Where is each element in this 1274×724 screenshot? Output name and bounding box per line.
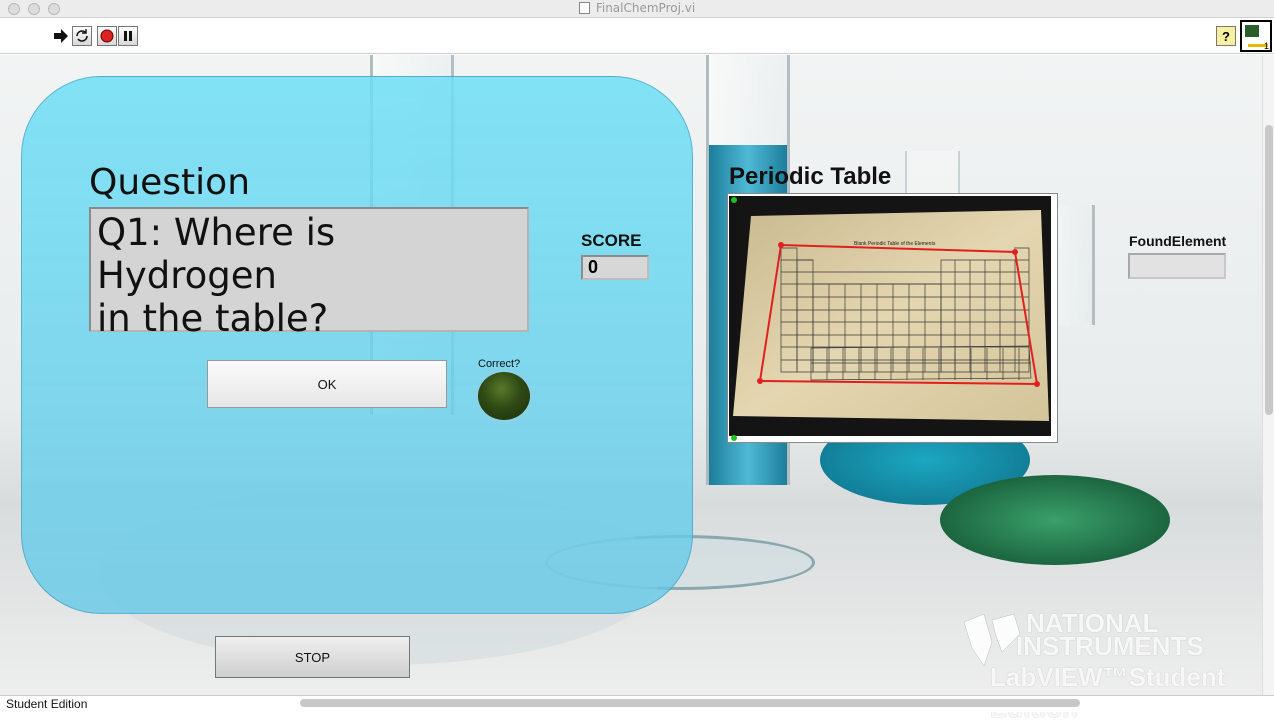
vi-screen-icon — [1245, 25, 1259, 37]
toolbar: ? 1 — [0, 18, 1274, 54]
vertical-scrollbar-thumb[interactable] — [1265, 125, 1273, 415]
found-element-label: FoundElement — [1129, 233, 1227, 249]
window-title-text: FinalChemProj.vi — [595, 1, 696, 15]
run-arrow-icon[interactable] — [50, 26, 70, 46]
image-corner-marker — [731, 197, 737, 203]
pause-icon[interactable] — [118, 26, 138, 46]
ok-button[interactable]: OK — [207, 360, 447, 408]
watermark-line2: INSTRUMENTS — [1016, 631, 1204, 661]
vi-document-icon — [578, 2, 590, 14]
question-text-line2: in the table? — [97, 297, 329, 340]
question-text-line1: Q1: Where is Hydrogen — [97, 211, 336, 297]
background-green-flask — [940, 475, 1170, 565]
run-continuously-icon[interactable] — [72, 26, 92, 46]
periodic-table-label: Periodic Table — [729, 163, 892, 190]
periodic-table-image[interactable]: Blank Periodic Table of the Elements — [729, 196, 1051, 436]
vi-icon-number: 1 — [1263, 41, 1269, 51]
stop-button[interactable]: STOP — [215, 636, 410, 678]
stop-button-label: STOP — [294, 649, 331, 665]
status-bar: Student Edition — [0, 695, 1274, 712]
question-card — [21, 76, 693, 614]
abort-icon[interactable] — [97, 26, 117, 46]
periodic-table-photo: Blank Periodic Table of the Elements — [733, 210, 1049, 421]
window-title-bar: FinalChemProj.vi — [0, 0, 1274, 18]
question-label: Question — [89, 162, 251, 203]
found-element-display — [1128, 253, 1226, 279]
help-label: ? — [1222, 28, 1230, 44]
vertical-scrollbar[interactable] — [1262, 55, 1274, 695]
status-text: Student Edition — [6, 697, 88, 711]
image-corner-marker — [731, 435, 737, 441]
question-text-display: Q1: Where is Hydrogen in the table? — [89, 207, 529, 340]
national-instruments-logo-icon — [963, 613, 1021, 667]
vi-icon[interactable]: 1 — [1240, 20, 1272, 52]
correct-indicator-led — [478, 372, 530, 420]
horizontal-scrollbar-thumb[interactable] — [300, 699, 1080, 707]
ok-button-label: OK — [317, 376, 337, 392]
context-help-button[interactable]: ? — [1216, 26, 1236, 46]
score-label: SCORE — [581, 231, 642, 250]
score-display: 0 — [581, 255, 649, 280]
window-title: FinalChemProj.vi — [0, 1, 1274, 15]
correct-indicator-label: Correct? — [478, 358, 521, 370]
sheet-title: Blank Periodic Table of the Elements — [854, 241, 936, 247]
watermark-line3: LabVIEW™Student Edition — [990, 662, 1226, 723]
